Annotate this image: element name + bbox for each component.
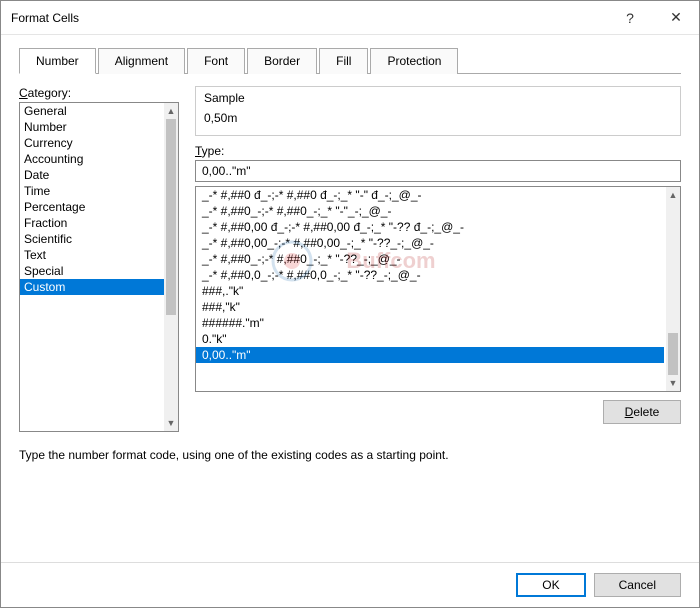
tab-font[interactable]: Font <box>187 48 245 74</box>
category-listbox[interactable]: GeneralNumberCurrencyAccountingDateTimeP… <box>19 102 179 432</box>
cancel-button[interactable]: Cancel <box>594 573 681 597</box>
scroll-up-icon[interactable]: ▲ <box>164 103 178 119</box>
list-item[interactable]: ######."m" <box>196 315 664 331</box>
list-item[interactable]: ###,."k" <box>196 283 664 299</box>
help-text: Type the number format code, using one o… <box>19 448 681 462</box>
delete-row: Delete <box>195 400 681 424</box>
upper-row: Category: GeneralNumberCurrencyAccountin… <box>19 86 681 432</box>
tab-alignment[interactable]: Alignment <box>98 48 185 74</box>
category-label: Category: <box>19 86 179 100</box>
dialog-button-bar: OK Cancel <box>1 562 699 607</box>
format-code-listbox[interactable]: _-* #,##0 đ_-;-* #,##0 đ_-;_* "-" đ_-;_@… <box>195 186 681 392</box>
tab-border[interactable]: Border <box>247 48 317 74</box>
help-button[interactable]: ? <box>607 1 653 35</box>
sample-label: Sample <box>204 91 672 105</box>
type-label: Type: <box>195 144 681 158</box>
list-item[interactable]: _-* #,##0 đ_-;-* #,##0 đ_-;_* "-" đ_-;_@… <box>196 187 664 203</box>
scroll-track[interactable] <box>666 203 680 375</box>
format-scrollbar[interactable]: ▲ ▼ <box>666 187 680 391</box>
number-panel: Category: GeneralNumberCurrencyAccountin… <box>19 74 681 562</box>
list-item[interactable]: Custom <box>20 279 164 295</box>
category-column: Category: GeneralNumberCurrencyAccountin… <box>19 86 179 432</box>
scroll-thumb[interactable] <box>668 333 678 375</box>
scroll-up-icon[interactable]: ▲ <box>666 187 680 203</box>
list-item[interactable]: 0,00.."m" <box>196 347 664 363</box>
help-icon: ? <box>626 10 634 26</box>
list-item[interactable]: Scientific <box>20 231 164 247</box>
list-item[interactable]: Time <box>20 183 164 199</box>
list-item[interactable]: _-* #,##0,00 đ_-;-* #,##0,00 đ_-;_* "-??… <box>196 219 664 235</box>
titlebar: Format Cells ? ✕ <box>1 1 699 35</box>
list-item[interactable]: Percentage <box>20 199 164 215</box>
type-input[interactable] <box>195 160 681 182</box>
list-item[interactable]: _-* #,##0,00_-;-* #,##0,00_-;_* "-??_-;_… <box>196 235 664 251</box>
ok-button[interactable]: OK <box>516 573 585 597</box>
list-item[interactable]: Accounting <box>20 151 164 167</box>
list-item[interactable]: Fraction <box>20 215 164 231</box>
close-icon: ✕ <box>670 9 682 26</box>
format-cells-dialog: Format Cells ? ✕ Number Alignment Font B… <box>0 0 700 608</box>
scroll-down-icon[interactable]: ▼ <box>164 415 178 431</box>
scroll-thumb[interactable] <box>166 119 176 315</box>
list-item[interactable]: _-* #,##0_-;-* #,##0_-;_* "-"_-;_@_- <box>196 203 664 219</box>
scroll-track[interactable] <box>164 119 178 415</box>
list-item[interactable]: _-* #,##0_-;-* #,##0_-;_* "-??_-;_@_- <box>196 251 664 267</box>
list-item[interactable]: 0."k" <box>196 331 664 347</box>
category-scrollbar[interactable]: ▲ ▼ <box>164 103 178 431</box>
format-list-items: _-* #,##0 đ_-;-* #,##0 đ_-;_* "-" đ_-;_@… <box>196 187 664 391</box>
tab-number[interactable]: Number <box>19 48 96 74</box>
category-list-items: GeneralNumberCurrencyAccountingDateTimeP… <box>20 103 164 431</box>
sample-group: Sample 0,50m <box>195 86 681 136</box>
tabstrip: Number Alignment Font Border Fill Protec… <box>19 47 681 74</box>
list-item[interactable]: _-* #,##0,0_-;-* #,##0,0_-;_* "-??_-;_@_… <box>196 267 664 283</box>
sample-value: 0,50m <box>204 109 672 127</box>
client-area: Number Alignment Font Border Fill Protec… <box>1 35 699 562</box>
close-button[interactable]: ✕ <box>653 1 699 35</box>
list-item[interactable]: Currency <box>20 135 164 151</box>
list-item[interactable]: Special <box>20 263 164 279</box>
list-item[interactable]: Number <box>20 119 164 135</box>
list-item[interactable]: Text <box>20 247 164 263</box>
scroll-down-icon[interactable]: ▼ <box>666 375 680 391</box>
window-title: Format Cells <box>11 11 607 25</box>
list-item[interactable]: Date <box>20 167 164 183</box>
delete-button[interactable]: Delete <box>603 400 681 424</box>
tab-fill[interactable]: Fill <box>319 48 368 74</box>
tab-protection[interactable]: Protection <box>370 48 458 74</box>
list-item[interactable]: General <box>20 103 164 119</box>
list-item[interactable]: ###,"k" <box>196 299 664 315</box>
details-column: Sample 0,50m Type: _-* #,##0 đ_-;-* #,##… <box>195 86 681 432</box>
